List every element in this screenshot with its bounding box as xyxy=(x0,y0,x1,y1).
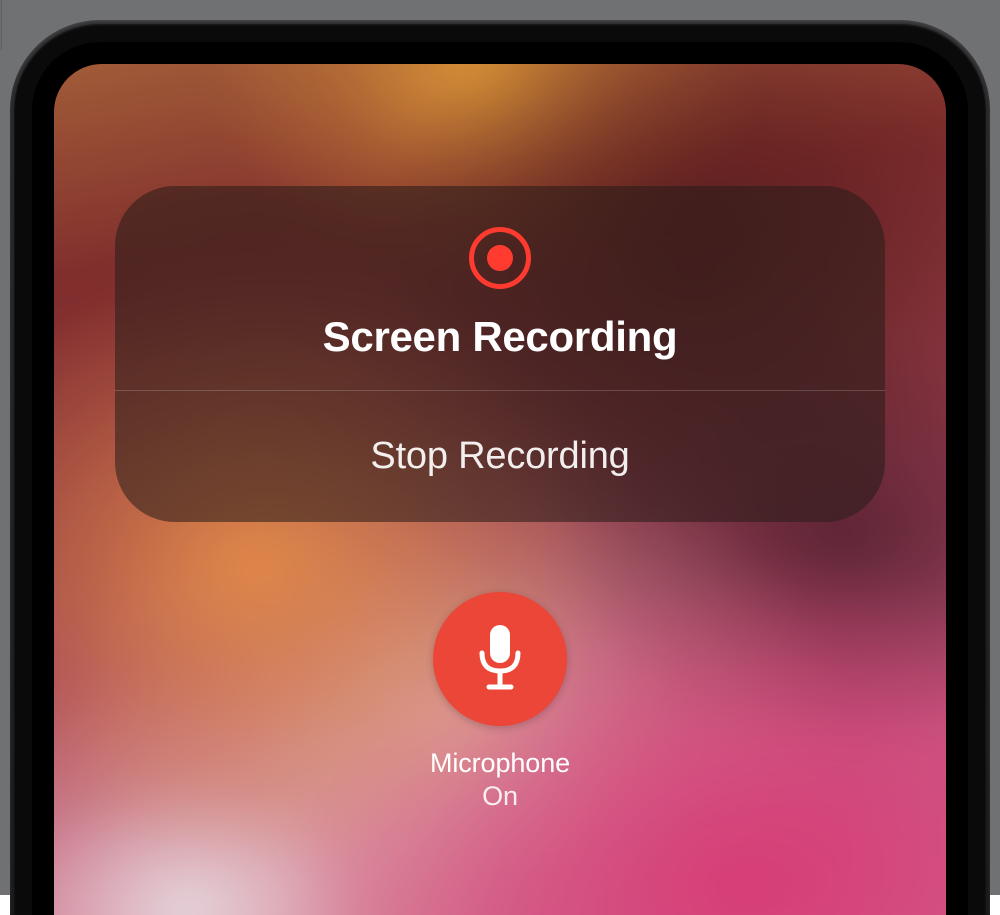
microphone-toggle-button[interactable] xyxy=(433,592,567,726)
side-button xyxy=(0,0,2,50)
microphone-status: On xyxy=(482,781,518,812)
panel-actions: Stop Recording xyxy=(115,391,885,522)
phone-inner-frame: Screen Recording Stop Recording xyxy=(14,24,986,915)
microphone-icon xyxy=(473,623,527,695)
panel-header: Screen Recording xyxy=(115,186,885,390)
panel-title: Screen Recording xyxy=(323,313,678,361)
screen-bezel: Screen Recording Stop Recording xyxy=(32,42,968,915)
device-frame: Screen Recording Stop Recording xyxy=(0,0,1000,895)
phone-body: Screen Recording Stop Recording xyxy=(10,20,990,915)
control-center-content: Screen Recording Stop Recording xyxy=(54,64,946,915)
microphone-section: Microphone On xyxy=(430,592,570,812)
microphone-label: Microphone xyxy=(430,748,570,779)
record-dot-icon xyxy=(487,245,513,271)
phone-screen: Screen Recording Stop Recording xyxy=(54,64,946,915)
stop-recording-button[interactable]: Stop Recording xyxy=(115,391,885,522)
recording-indicator-icon xyxy=(469,227,531,289)
screen-recording-panel: Screen Recording Stop Recording xyxy=(115,186,885,522)
